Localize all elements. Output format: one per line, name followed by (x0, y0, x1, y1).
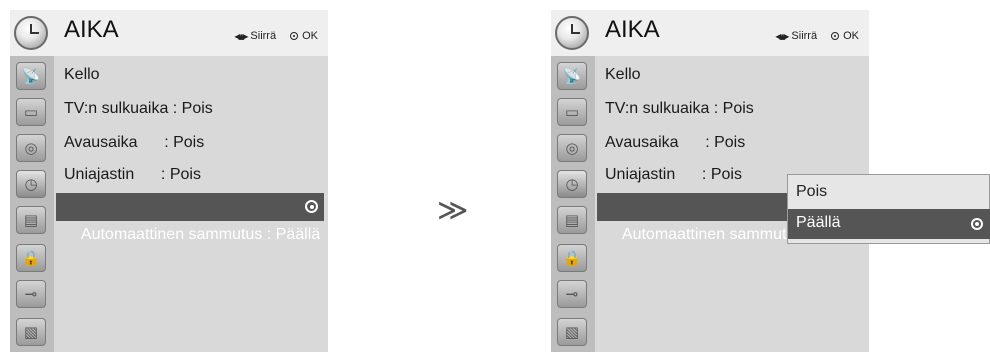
lock-icon[interactable]: 🔒 (16, 244, 46, 272)
menu-item-uniajastin[interactable]: Uniajastin : Pois (64, 166, 201, 184)
option-popup: Pois Päällä (787, 174, 990, 244)
popup-option-pois[interactable]: Pois (796, 183, 827, 201)
menu-title: AIKA (605, 16, 660, 43)
menu-item-automaattinen-sammutus[interactable]: Automaattinen sammutus : Päällä (56, 193, 324, 243)
radio-selected-icon (971, 218, 983, 230)
tv-screen-icon[interactable]: ▭ (557, 98, 587, 126)
menu-item-tv-sulkuaika[interactable]: TV:n sulkuaika : Pois (64, 100, 213, 118)
menu-item-kello[interactable]: Kello (64, 66, 100, 84)
hint-ok-label: OK (843, 30, 859, 42)
popup-option-paalla[interactable]: Päällä (788, 209, 990, 239)
clock-menu-icon[interactable]: ◷ (16, 170, 46, 198)
speaker-icon[interactable]: ◎ (557, 134, 587, 162)
tv-screen-icon[interactable]: ▭ (16, 98, 46, 126)
menu-item-avausaika[interactable]: Avausaika : Pois (64, 134, 204, 152)
radio-selected-icon (305, 200, 318, 213)
ok-icon (831, 32, 840, 40)
clock-icon (555, 16, 589, 50)
options-icon[interactable]: ▤ (557, 206, 587, 234)
satellite-icon[interactable]: 📡 (16, 62, 46, 90)
clock-icon (14, 16, 48, 50)
speaker-icon[interactable]: ◎ (16, 134, 46, 162)
hint-move-label: Siirrä (250, 30, 277, 42)
popup-option-label: Päällä (796, 214, 841, 231)
menu-item-kello[interactable]: Kello (605, 66, 641, 84)
nav-hint: ◂▴▸ Siirrä OK (234, 29, 318, 43)
photo-icon[interactable]: ▧ (16, 318, 46, 346)
menu-title: AIKA (64, 16, 119, 43)
menu-item-label: Automaattinen sammutus : Päällä (80, 226, 321, 243)
menu-panel-left: AIKA ◂▴▸ Siirrä OK 📡 ▭ ◎ ◷ ▤ 🔒 ⊸ ▧ Kello… (10, 10, 328, 352)
options-icon[interactable]: ▤ (16, 206, 46, 234)
menu-item-avausaika[interactable]: Avausaika : Pois (605, 134, 745, 152)
menu-item-uniajastin[interactable]: Uniajastin : Pois (605, 166, 742, 184)
lock-icon[interactable]: 🔒 (557, 244, 587, 272)
menu-item-tv-sulkuaika[interactable]: TV:n sulkuaika : Pois (605, 100, 754, 118)
hint-ok-label: OK (302, 30, 318, 42)
menu-item-label: Automaattinen sammutu (621, 226, 796, 243)
ok-icon (290, 32, 299, 40)
photo-icon[interactable]: ▧ (557, 318, 587, 346)
hint-move-label: Siirrä (791, 30, 818, 42)
input-plug-icon[interactable]: ⊸ (16, 280, 46, 308)
clock-menu-icon[interactable]: ◷ (557, 170, 587, 198)
transition-arrow: ≫ (437, 193, 469, 228)
nav-hint: ◂▴▸ Siirrä OK (775, 29, 859, 43)
move-arrows-icon: ◂▴▸ (775, 29, 789, 43)
move-arrows-icon: ◂▴▸ (234, 29, 248, 43)
satellite-icon[interactable]: 📡 (557, 62, 587, 90)
input-plug-icon[interactable]: ⊸ (557, 280, 587, 308)
